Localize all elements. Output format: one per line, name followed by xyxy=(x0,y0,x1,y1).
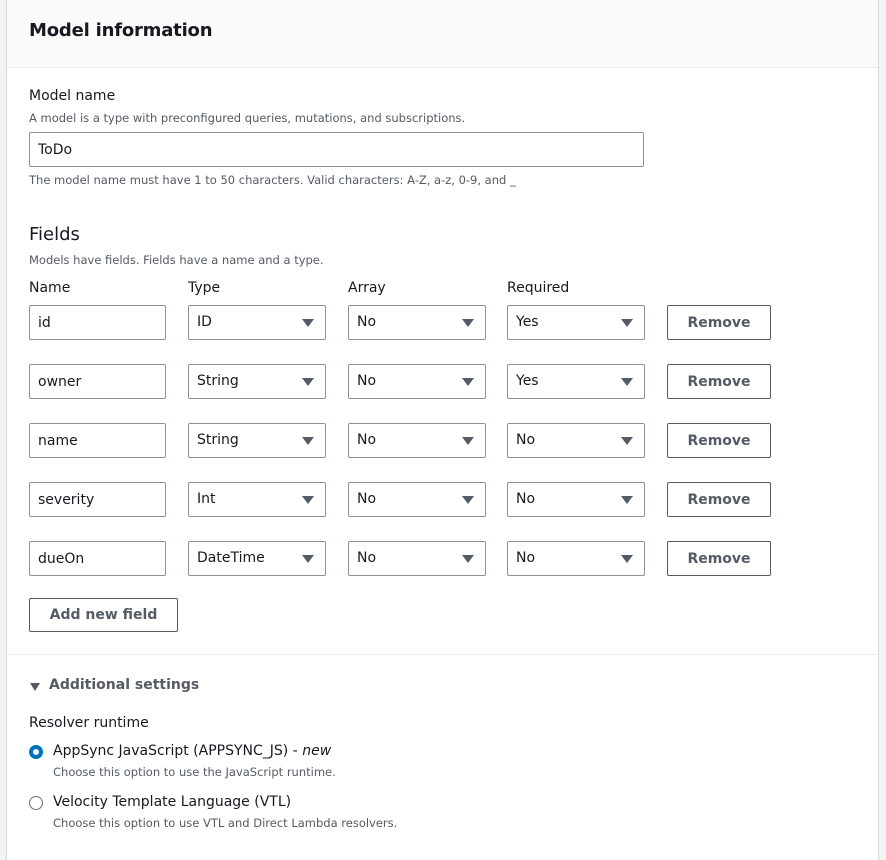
dropdown-arrow-icon xyxy=(302,555,314,563)
fields-description: Models have fields. Fields have a name a… xyxy=(29,253,324,267)
field-row: String No Yes Remove xyxy=(7,364,878,399)
field-type-value: ID xyxy=(197,314,212,330)
field-required-value: Yes xyxy=(516,314,539,330)
field-name-input[interactable] xyxy=(29,364,166,399)
dropdown-arrow-icon xyxy=(621,319,633,327)
field-name-input[interactable] xyxy=(29,305,166,340)
field-array-select[interactable]: No xyxy=(348,305,486,340)
radio-button-selected[interactable] xyxy=(29,745,43,759)
remove-field-button[interactable]: Remove xyxy=(667,541,771,576)
column-header-array: Array xyxy=(348,280,386,296)
column-header-required: Required xyxy=(507,280,570,296)
field-type-value: DateTime xyxy=(197,550,265,566)
column-header-name: Name xyxy=(29,280,71,296)
section-divider xyxy=(7,654,878,655)
field-required-select[interactable]: No xyxy=(507,423,645,458)
field-required-select[interactable]: Yes xyxy=(507,364,645,399)
field-required-select[interactable]: Yes xyxy=(507,305,645,340)
panel-title: Model information xyxy=(29,20,213,41)
field-type-select[interactable]: String xyxy=(188,423,326,458)
additional-settings-label: Additional settings xyxy=(49,677,200,693)
dropdown-arrow-icon xyxy=(462,437,474,445)
model-name-constraint: The model name must have 1 to 50 charact… xyxy=(29,173,516,187)
add-new-field-button[interactable]: Add new field xyxy=(29,598,178,632)
dropdown-arrow-icon xyxy=(621,496,633,504)
field-array-select[interactable]: No xyxy=(348,423,486,458)
field-array-value: No xyxy=(357,373,377,389)
dropdown-arrow-icon xyxy=(302,437,314,445)
dropdown-arrow-icon xyxy=(462,555,474,563)
field-type-value: Int xyxy=(197,491,216,507)
field-name-input[interactable] xyxy=(29,423,166,458)
dropdown-arrow-icon xyxy=(462,496,474,504)
field-row: String No No Remove xyxy=(7,423,878,458)
dropdown-arrow-icon xyxy=(462,319,474,327)
fields-title: Fields xyxy=(29,224,80,245)
model-name-description: A model is a type with preconfigured que… xyxy=(29,111,466,125)
field-name-input[interactable] xyxy=(29,482,166,517)
field-row: ID No Yes Remove xyxy=(7,305,878,340)
dropdown-arrow-icon xyxy=(302,496,314,504)
field-array-value: No xyxy=(357,491,377,507)
field-row: Int No No Remove xyxy=(7,482,878,517)
radio-button[interactable] xyxy=(29,796,43,810)
field-row: DateTime No No Remove xyxy=(7,541,878,576)
field-type-select[interactable]: ID xyxy=(188,305,326,340)
remove-field-button[interactable]: Remove xyxy=(667,482,771,517)
remove-field-button[interactable]: Remove xyxy=(667,305,771,340)
remove-field-button[interactable]: Remove xyxy=(667,423,771,458)
caret-down-icon xyxy=(30,683,40,691)
radio-label: AppSync JavaScript (APPSYNC_JS) - new xyxy=(53,743,332,759)
field-name-input[interactable] xyxy=(29,541,166,576)
field-type-value: String xyxy=(197,432,239,448)
model-information-panel: Model information Model name A model is … xyxy=(6,0,879,860)
field-required-value: No xyxy=(516,491,536,507)
radio-label: Velocity Template Language (VTL) xyxy=(53,794,292,810)
field-required-value: Yes xyxy=(516,373,539,389)
field-array-select[interactable]: No xyxy=(348,482,486,517)
dropdown-arrow-icon xyxy=(462,378,474,386)
resolver-runtime-label: Resolver runtime xyxy=(29,715,149,731)
field-type-select[interactable]: Int xyxy=(188,482,326,517)
field-required-select[interactable]: No xyxy=(507,541,645,576)
remove-field-button[interactable]: Remove xyxy=(667,364,771,399)
field-array-select[interactable]: No xyxy=(348,364,486,399)
model-name-input[interactable] xyxy=(29,132,644,167)
panel-header: Model information xyxy=(7,0,878,68)
field-type-value: String xyxy=(197,373,239,389)
field-required-value: No xyxy=(516,432,536,448)
field-required-value: No xyxy=(516,550,536,566)
field-required-select[interactable]: No xyxy=(507,482,645,517)
field-array-value: No xyxy=(357,550,377,566)
field-array-value: No xyxy=(357,314,377,330)
radio-description: Choose this option to use VTL and Direct… xyxy=(53,816,398,830)
dropdown-arrow-icon xyxy=(621,378,633,386)
field-array-select[interactable]: No xyxy=(348,541,486,576)
model-name-label: Model name xyxy=(29,88,116,104)
field-type-select[interactable]: DateTime xyxy=(188,541,326,576)
field-type-select[interactable]: String xyxy=(188,364,326,399)
dropdown-arrow-icon xyxy=(302,378,314,386)
dropdown-arrow-icon xyxy=(621,437,633,445)
radio-description: Choose this option to use the JavaScript… xyxy=(53,765,336,779)
column-header-type: Type xyxy=(188,280,221,296)
field-array-value: No xyxy=(357,432,377,448)
dropdown-arrow-icon xyxy=(302,319,314,327)
dropdown-arrow-icon xyxy=(621,555,633,563)
